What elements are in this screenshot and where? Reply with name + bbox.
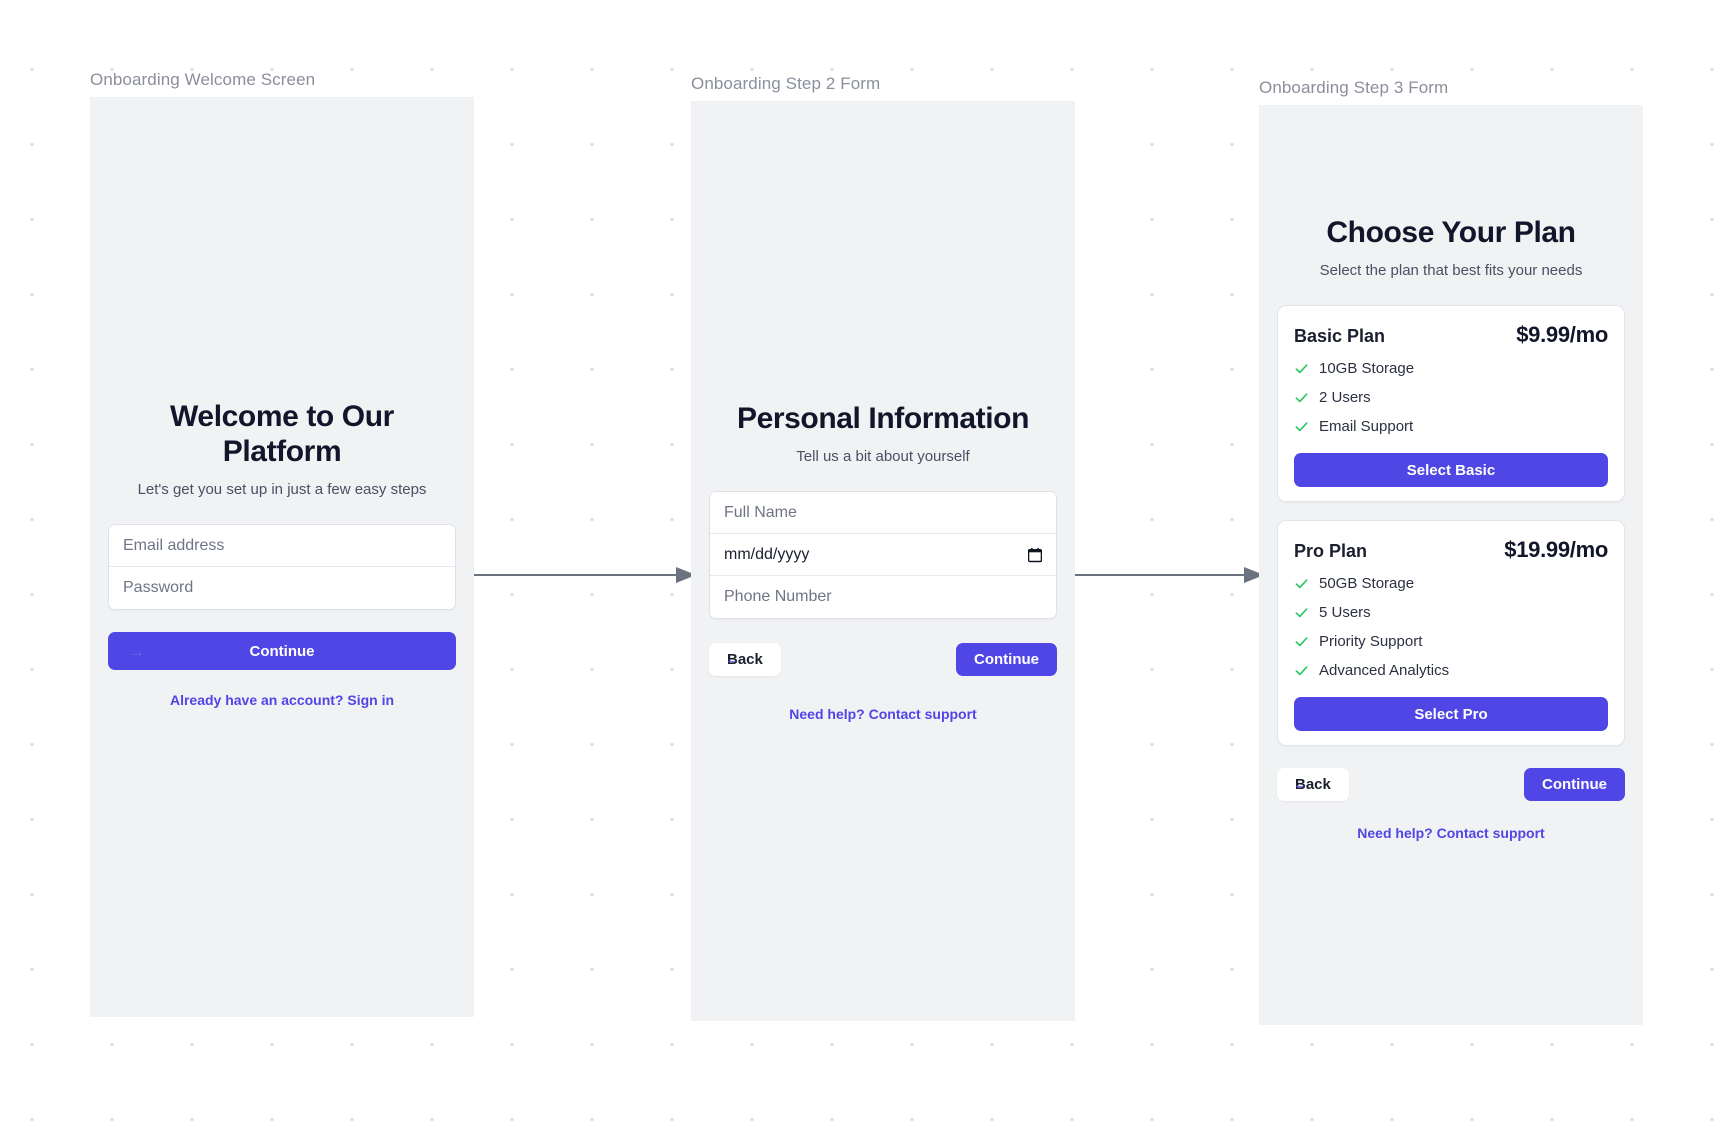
calendar-icon[interactable] — [1028, 547, 1042, 562]
check-icon — [1295, 422, 1308, 432]
phone-number-placeholder: Phone Number — [724, 588, 832, 606]
plan-basic-feature-label: 2 Users — [1319, 389, 1371, 407]
step3-button-row: ← Back Continue → — [1277, 768, 1625, 802]
plan-pro-price: $19.99/mo — [1504, 537, 1608, 563]
frame-label-step-3: Onboarding Step 3 Form — [1259, 78, 1449, 97]
step3-continue-button[interactable]: Continue → — [1524, 768, 1625, 802]
plan-basic-feature-label: Email Support — [1319, 418, 1414, 436]
step3-help-link[interactable]: Need help? Contact support — [1277, 825, 1625, 841]
select-basic-button[interactable]: Select Basic — [1294, 453, 1608, 488]
step3-back-button[interactable]: ← Back — [1277, 768, 1349, 802]
plan-card-basic[interactable]: Basic Plan $9.99/mo 10GB Storage 2 Users… — [1277, 305, 1625, 503]
arrow-right-icon: → — [1025, 651, 1039, 668]
check-icon — [1295, 666, 1308, 676]
plan-pro-feature-label: 5 Users — [1319, 604, 1371, 622]
arrow-right-icon: → — [128, 641, 145, 661]
step2-input-group: Full Name mm/dd/yyyy Phone Number — [709, 491, 1057, 620]
step2-back-button[interactable]: ← Back — [709, 643, 781, 677]
frame-onboarding-step-3: Onboarding Step 3 Form Choose Your Plan … — [1259, 78, 1643, 1025]
select-pro-label: Select Pro — [1414, 705, 1488, 723]
step2-content: Personal Information Tell us a bit about… — [691, 401, 1075, 722]
step2-continue-button[interactable]: Continue → — [956, 643, 1057, 677]
step3-title: Choose Your Plan — [1326, 216, 1576, 249]
email-field[interactable]: Email address — [109, 525, 455, 568]
welcome-continue-button[interactable]: → Continue — [108, 632, 456, 671]
check-icon — [1295, 637, 1308, 647]
plan-basic-feature-label: 10GB Storage — [1319, 360, 1415, 378]
email-field-placeholder: Email address — [123, 536, 225, 554]
welcome-input-group: Email address Password — [108, 524, 456, 611]
password-field[interactable]: Password — [109, 567, 455, 610]
plan-pro-feature-label: Advanced Analytics — [1319, 662, 1450, 680]
date-of-birth-field[interactable]: mm/dd/yyyy — [710, 534, 1056, 577]
arrow-left-icon: ← — [1293, 776, 1308, 794]
plan-card-pro[interactable]: Pro Plan $19.99/mo 50GB Storage 5 Users … — [1277, 520, 1625, 747]
arrow-right-icon: → — [1593, 776, 1607, 793]
plan-basic-name: Basic Plan — [1294, 326, 1386, 347]
frame-label-step-2: Onboarding Step 2 Form — [691, 74, 881, 93]
step2-title: Personal Information — [736, 402, 1030, 435]
full-name-placeholder: Full Name — [724, 503, 797, 521]
plan-pro-feature: 5 Users — [1294, 604, 1608, 621]
select-pro-button[interactable]: Select Pro — [1294, 697, 1608, 732]
frame-onboarding-step-2: Onboarding Step 2 Form Personal Informat… — [691, 74, 1075, 1021]
check-icon — [1295, 608, 1308, 618]
screen-step-2: Personal Information Tell us a bit about… — [691, 101, 1075, 1021]
check-icon — [1295, 393, 1308, 403]
check-icon — [1295, 579, 1308, 589]
sign-in-link[interactable]: Already have an account? Sign in — [108, 692, 456, 708]
screen-step-3: Choose Your Plan Select the plan that be… — [1259, 105, 1643, 1025]
frame-label-welcome: Onboarding Welcome Screen — [90, 70, 316, 89]
connector-arrow-2 — [1074, 567, 1264, 583]
plan-pro-feature-label: Priority Support — [1319, 633, 1423, 651]
plan-basic-feature: 10GB Storage — [1294, 360, 1608, 377]
plan-basic-feature: 2 Users — [1294, 389, 1608, 406]
flow-canvas: Onboarding Welcome Screen Welcome to Our… — [0, 0, 1722, 1124]
welcome-title: Welcome to Our Platform — [170, 400, 394, 469]
welcome-subtitle: Let's get you set up in just a few easy … — [137, 481, 427, 499]
phone-number-field[interactable]: Phone Number — [710, 576, 1056, 619]
arrow-left-icon: ← — [725, 651, 740, 669]
connector-arrow-1 — [472, 567, 696, 583]
plan-pro-header: Pro Plan $19.99/mo — [1294, 537, 1608, 563]
step2-help-link[interactable]: Need help? Contact support — [709, 706, 1057, 722]
plan-basic-feature: Email Support — [1294, 418, 1608, 435]
plan-basic-price: $9.99/mo — [1516, 322, 1608, 348]
plan-pro-feature: 50GB Storage — [1294, 575, 1608, 592]
frame-onboarding-welcome: Onboarding Welcome Screen Welcome to Our… — [90, 70, 474, 1017]
step3-content: Choose Your Plan Select the plan that be… — [1259, 215, 1643, 841]
step2-subtitle: Tell us a bit about yourself — [796, 448, 970, 466]
select-basic-label: Select Basic — [1406, 461, 1496, 479]
date-of-birth-placeholder: mm/dd/yyyy — [724, 545, 810, 563]
password-field-placeholder: Password — [123, 579, 194, 597]
plan-pro-feature: Priority Support — [1294, 633, 1608, 650]
screen-welcome: Welcome to Our Platform Let's get you se… — [90, 97, 474, 1017]
plan-pro-name: Pro Plan — [1294, 541, 1368, 562]
welcome-continue-label: Continue — [249, 642, 315, 660]
step3-subtitle: Select the plan that best fits your need… — [1319, 262, 1583, 280]
plan-basic-header: Basic Plan $9.99/mo — [1294, 322, 1608, 348]
full-name-field[interactable]: Full Name — [710, 492, 1056, 535]
plan-pro-feature-label: 50GB Storage — [1319, 575, 1415, 593]
plan-pro-feature: Advanced Analytics — [1294, 662, 1608, 679]
step2-button-row: ← Back Continue → — [709, 643, 1057, 677]
check-icon — [1295, 364, 1308, 374]
welcome-content: Welcome to Our Platform Let's get you se… — [90, 399, 474, 708]
